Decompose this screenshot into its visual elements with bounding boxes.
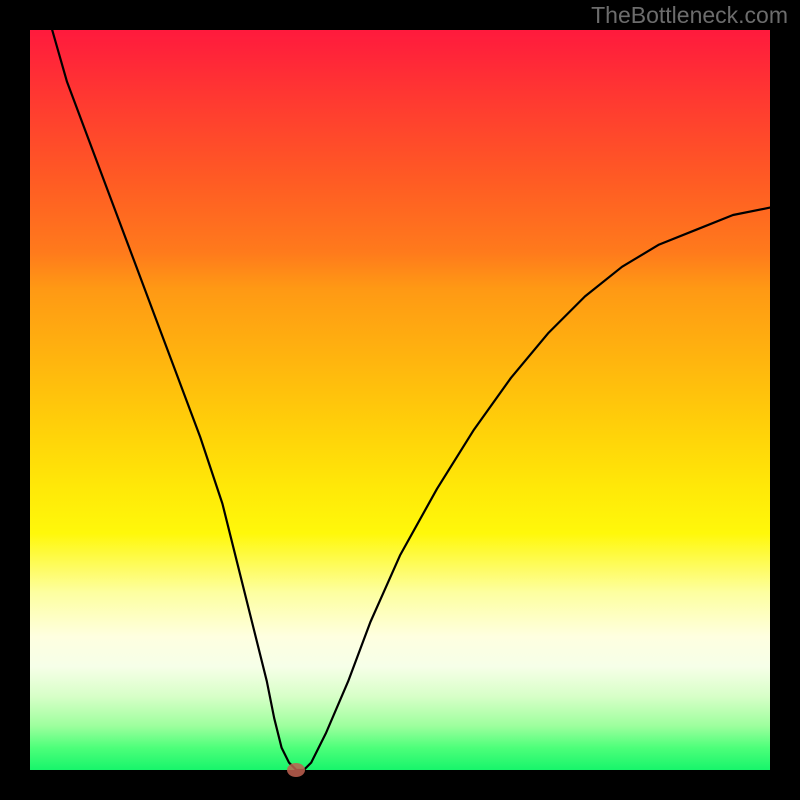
bottleneck-curve <box>52 30 770 770</box>
plot-area <box>30 30 770 770</box>
curve-svg <box>30 30 770 770</box>
chart-frame: TheBottleneck.com <box>0 0 800 800</box>
optimal-point-marker <box>287 763 305 777</box>
watermark-text: TheBottleneck.com <box>591 2 788 29</box>
